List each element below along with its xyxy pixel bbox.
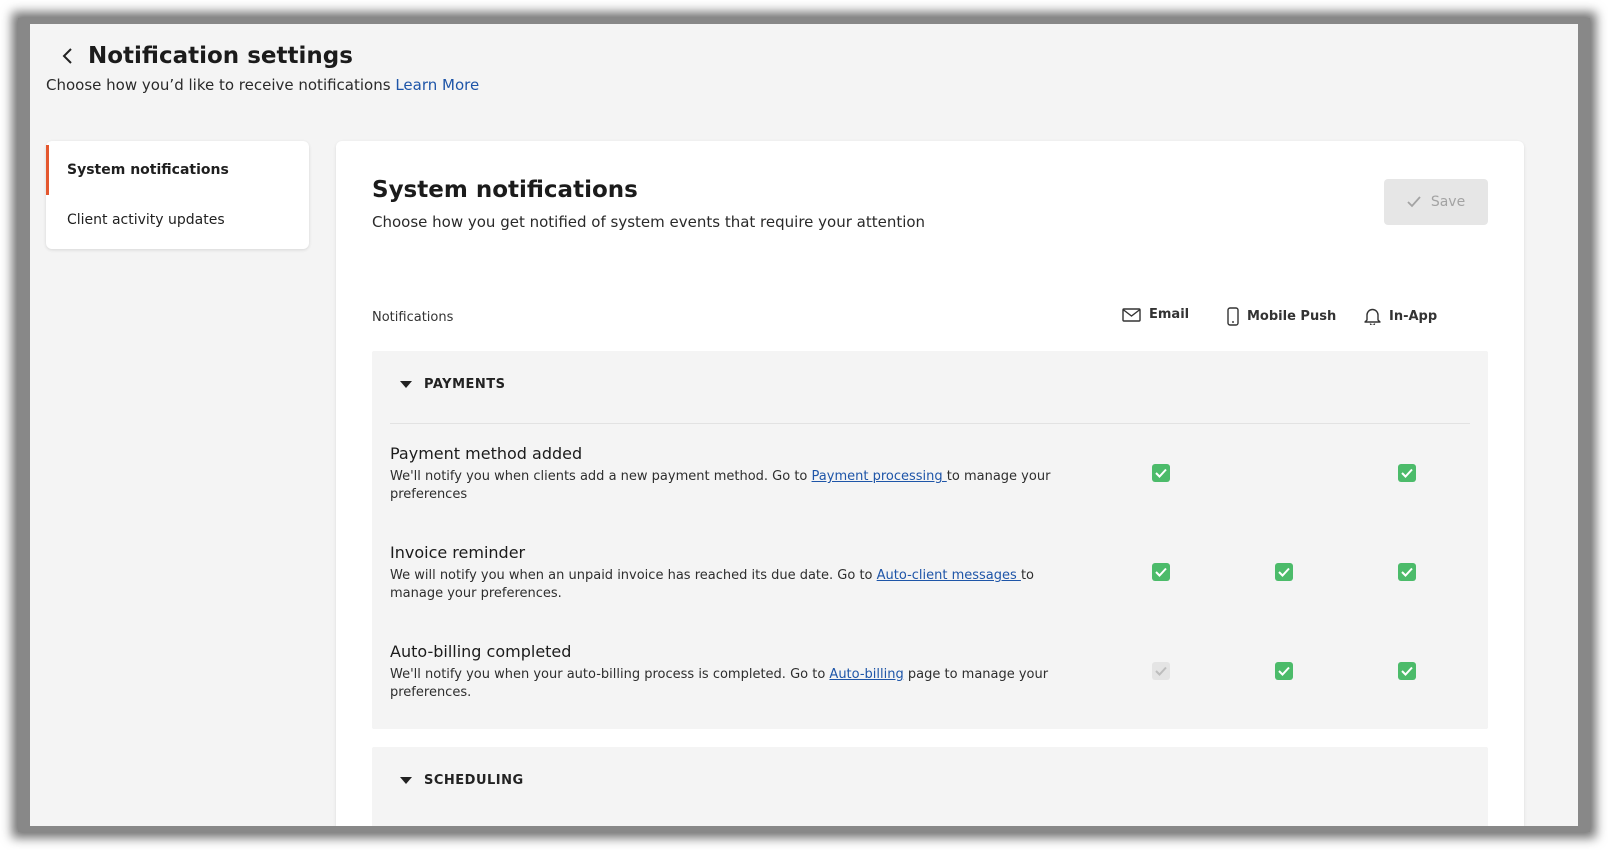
check-icon — [1401, 567, 1413, 577]
check-icon — [1407, 196, 1421, 208]
mobile-push-column-label: Mobile Push — [1247, 309, 1337, 324]
app-window: Notification settings Choose how you’d l… — [30, 24, 1578, 826]
row-desc-text: We'll notify you when your auto-billing … — [390, 667, 830, 682]
column-headers: Notifications Email Mobile Push In-App — [372, 307, 1488, 331]
mail-icon — [1122, 307, 1141, 322]
in-app-column-label: In-App — [1389, 308, 1438, 324]
in-app-checkbox[interactable] — [1398, 563, 1416, 581]
phone-icon — [1227, 307, 1239, 326]
side-nav: System notifications Client activity upd… — [46, 141, 309, 249]
page-title: Notification settings — [88, 43, 353, 69]
row-desc-text: We'll notify you when clients add a new … — [390, 469, 812, 484]
group-toggle-payments[interactable]: PAYMENTS — [400, 377, 506, 392]
main-panel: System notifications Choose how you get … — [336, 141, 1524, 826]
mobile-push-checkbox[interactable] — [1275, 662, 1293, 680]
email-checkbox-disabled[interactable] — [1152, 662, 1170, 680]
email-column-header: Email — [1122, 307, 1189, 322]
chevron-left-icon — [62, 48, 72, 64]
notification-row: Payment method added We'll notify you wh… — [390, 444, 1470, 504]
in-app-checkbox[interactable] — [1398, 464, 1416, 482]
bell-icon — [1364, 308, 1381, 325]
back-button[interactable] — [50, 38, 86, 74]
check-icon — [1155, 468, 1167, 478]
in-app-checkbox[interactable] — [1398, 662, 1416, 680]
divider — [390, 423, 1470, 424]
nav-item-system-notifications[interactable]: System notifications — [46, 145, 309, 195]
group-label: PAYMENTS — [424, 377, 506, 392]
page-header: Notification settings — [50, 38, 353, 74]
mobile-push-checkbox[interactable] — [1275, 563, 1293, 581]
email-checkbox[interactable] — [1152, 563, 1170, 581]
group-toggle-scheduling[interactable]: SCHEDULING — [400, 773, 524, 788]
save-button-label: Save — [1430, 194, 1466, 210]
caret-down-icon — [400, 777, 412, 784]
row-description: We'll notify you when clients add a new … — [390, 468, 1090, 504]
mobile-push-column-header: Mobile Push — [1227, 307, 1336, 326]
group-label: SCHEDULING — [424, 773, 524, 788]
page-subtitle-text: Choose how you’d like to receive notific… — [46, 76, 391, 94]
row-description: We will notify you when an unpaid invoic… — [390, 567, 1090, 603]
nav-item-client-activity-updates[interactable]: Client activity updates — [46, 195, 309, 245]
check-icon — [1155, 666, 1167, 676]
page-subtitle: Choose how you’d like to receive notific… — [46, 76, 479, 94]
check-icon — [1401, 468, 1413, 478]
notification-row: Invoice reminder We will notify you when… — [390, 543, 1470, 603]
in-app-column-header: In-App — [1364, 307, 1437, 325]
notifications-column-label: Notifications — [372, 310, 454, 325]
row-title: Payment method added — [390, 444, 583, 463]
check-icon — [1401, 666, 1413, 676]
save-button[interactable]: Save — [1384, 179, 1488, 225]
group-payments: PAYMENTS Payment method added We'll noti… — [372, 351, 1488, 729]
learn-more-link[interactable]: Learn More — [395, 76, 479, 94]
auto-billing-link[interactable]: Auto-billing — [829, 667, 903, 682]
check-icon — [1278, 666, 1290, 676]
section-title: System notifications — [372, 177, 638, 203]
payment-processing-link[interactable]: Payment processing — [812, 469, 947, 484]
row-desc-text: We will notify you when an unpaid invoic… — [390, 568, 877, 583]
caret-down-icon — [400, 381, 412, 388]
email-checkbox[interactable] — [1152, 464, 1170, 482]
check-icon — [1278, 567, 1290, 577]
auto-client-messages-link[interactable]: Auto-client messages — [877, 568, 1021, 583]
row-title: Auto-billing completed — [390, 642, 572, 661]
check-icon — [1155, 567, 1167, 577]
row-title: Invoice reminder — [390, 543, 526, 562]
email-column-label: Email — [1149, 307, 1190, 322]
row-description: We'll notify you when your auto-billing … — [390, 666, 1090, 702]
group-scheduling: SCHEDULING — [372, 747, 1488, 826]
section-description: Choose how you get notified of system ev… — [372, 213, 926, 231]
notification-row: Auto-billing completed We'll notify you … — [390, 642, 1470, 702]
